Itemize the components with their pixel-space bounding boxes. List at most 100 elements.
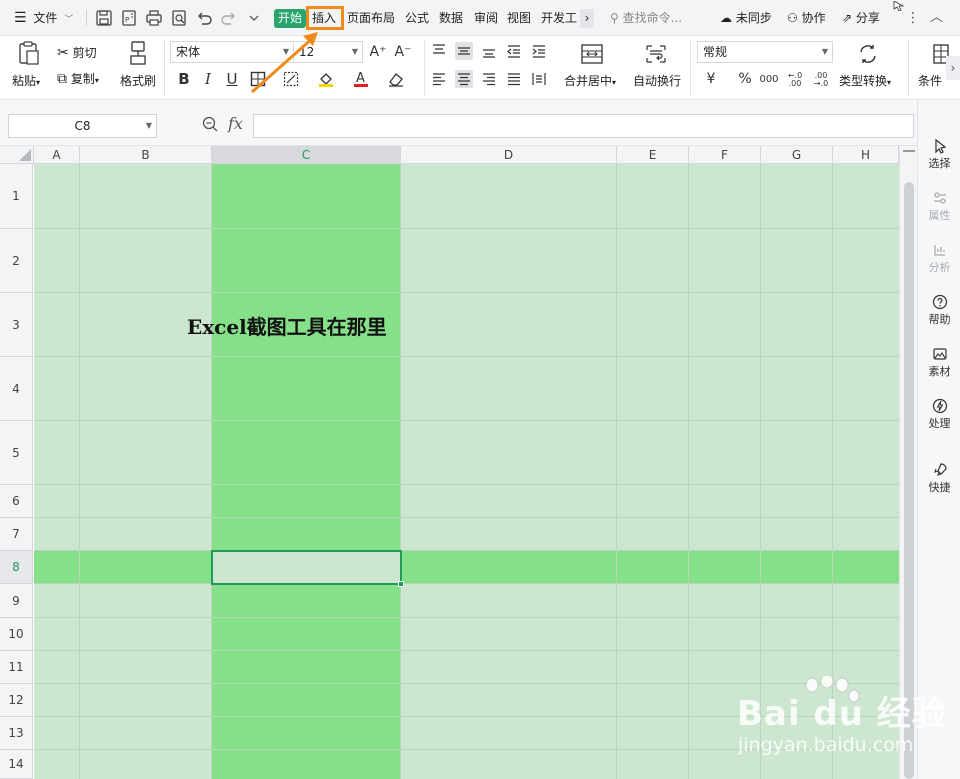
align-right-icon[interactable] bbox=[480, 70, 498, 88]
copy-button[interactable]: ⧉ 复制▾ bbox=[57, 70, 99, 87]
column-header-e[interactable]: E bbox=[617, 146, 689, 164]
column-header-f[interactable]: F bbox=[689, 146, 761, 164]
tab-home[interactable]: 开始 bbox=[274, 9, 307, 28]
print-icon[interactable] bbox=[144, 8, 164, 28]
row-header-6[interactable]: 6 bbox=[0, 485, 33, 518]
type-convert-button[interactable]: 类型转换▾ bbox=[839, 72, 891, 89]
increase-indent-icon[interactable] bbox=[530, 42, 548, 60]
panel-shortcut-button[interactable]: 快捷 bbox=[918, 462, 960, 495]
zoom-icon[interactable] bbox=[201, 115, 221, 135]
tab-developer[interactable]: 开发工 bbox=[541, 9, 577, 28]
font-size-select[interactable]: 12 ▼ bbox=[293, 41, 363, 63]
borders-icon[interactable] bbox=[249, 70, 267, 88]
tab-page-layout[interactable]: 页面布局 bbox=[347, 9, 395, 28]
type-convert-icon[interactable] bbox=[856, 42, 880, 66]
currency-button[interactable]: ¥ bbox=[702, 70, 720, 88]
grow-font-button[interactable]: A⁺ bbox=[369, 43, 387, 61]
align-center-icon[interactable] bbox=[455, 70, 473, 88]
panel-properties-button[interactable]: 属性 bbox=[918, 190, 960, 223]
row-header-9[interactable]: 9 bbox=[0, 584, 33, 618]
select-all-corner[interactable] bbox=[0, 146, 34, 164]
print-preview-icon[interactable] bbox=[169, 8, 189, 28]
row-header-13[interactable]: 13 bbox=[0, 717, 33, 750]
export-pdf-icon[interactable]: P bbox=[119, 8, 139, 28]
align-left-icon[interactable] bbox=[430, 70, 448, 88]
share-button[interactable]: ⇗ 分享 bbox=[842, 8, 880, 28]
row-header-11[interactable]: 11 bbox=[0, 651, 33, 684]
row-header-8[interactable]: 8 bbox=[0, 551, 33, 584]
panel-assets-button[interactable]: 素材 bbox=[918, 346, 960, 379]
align-middle-icon[interactable] bbox=[455, 42, 473, 60]
formula-input[interactable] bbox=[253, 114, 914, 138]
tab-review[interactable]: 审阅 bbox=[474, 9, 498, 28]
collapse-ribbon-icon[interactable]: ︿ bbox=[930, 8, 943, 28]
redo-icon[interactable] bbox=[219, 8, 239, 28]
wrap-text-icon[interactable] bbox=[643, 42, 669, 66]
more-tabs-button[interactable]: › bbox=[580, 9, 594, 28]
thousands-separator-button[interactable]: 000 bbox=[759, 70, 778, 88]
justify-icon[interactable] bbox=[505, 70, 523, 88]
tab-formulas[interactable]: 公式 bbox=[405, 9, 429, 28]
panel-select-button[interactable]: 选择 bbox=[918, 138, 960, 171]
more-options-icon[interactable]: ⋮ bbox=[906, 8, 920, 28]
column-header-c[interactable]: C bbox=[212, 146, 401, 164]
insert-function-button[interactable]: fx bbox=[228, 114, 243, 133]
row-header-2[interactable]: 2 bbox=[0, 229, 33, 293]
format-painter-icon[interactable] bbox=[126, 40, 150, 66]
sync-status-button[interactable]: ☁ 未同步 bbox=[720, 8, 772, 28]
cell-fill-pattern-icon[interactable] bbox=[282, 70, 300, 88]
percent-button[interactable]: % bbox=[736, 70, 754, 88]
underline-button[interactable]: U bbox=[223, 70, 241, 88]
row-header-5[interactable]: 5 bbox=[0, 421, 33, 485]
tab-data[interactable]: 数据 bbox=[439, 9, 463, 28]
collaborate-button[interactable]: ⚇ 协作 bbox=[787, 8, 826, 28]
column-header-g[interactable]: G bbox=[761, 146, 833, 164]
increase-decimal-button[interactable]: ←.0 .00 bbox=[786, 69, 804, 91]
command-search[interactable]: ⚲ 查找命令... bbox=[610, 8, 682, 28]
number-format-select[interactable]: 常规 ▼ bbox=[697, 41, 833, 63]
wrap-text-button[interactable]: 自动换行 bbox=[633, 72, 681, 89]
fill-color-icon[interactable] bbox=[317, 70, 335, 88]
row-header-10[interactable]: 10 bbox=[0, 618, 33, 651]
decrease-decimal-button[interactable]: .00 →.0 bbox=[812, 69, 830, 91]
row-header-3[interactable]: 3 bbox=[0, 293, 33, 357]
file-menu-button[interactable]: ☰ 文件 ﹀ bbox=[14, 8, 73, 28]
quick-access-dropdown-icon[interactable] bbox=[244, 8, 264, 28]
align-bottom-icon[interactable] bbox=[480, 42, 498, 60]
font-name-select[interactable]: 宋体 ▼ bbox=[170, 41, 294, 63]
fill-handle[interactable] bbox=[398, 581, 404, 587]
panel-help-button[interactable]: 帮助 bbox=[918, 294, 960, 327]
cell-text-b3[interactable]: Excel截图工具在那里 bbox=[187, 311, 387, 340]
align-top-icon[interactable] bbox=[430, 42, 448, 60]
column-header-d[interactable]: D bbox=[401, 146, 617, 164]
selected-cell-c8[interactable] bbox=[211, 550, 404, 587]
decrease-indent-icon[interactable] bbox=[505, 42, 523, 60]
merge-center-button[interactable]: 合并居中▾ bbox=[564, 72, 616, 89]
split-handle-icon[interactable] bbox=[903, 150, 915, 152]
conditional-format-button[interactable]: 条件 bbox=[918, 72, 942, 89]
format-painter-button[interactable]: 格式刷 bbox=[120, 72, 156, 89]
panel-analysis-button[interactable]: 分析 bbox=[918, 242, 960, 275]
row-header-14[interactable]: 14 bbox=[0, 750, 33, 779]
column-header-b[interactable]: B bbox=[80, 146, 212, 164]
cut-button[interactable]: ✂ 剪切 bbox=[57, 44, 97, 61]
paste-button[interactable]: 粘贴▾ bbox=[12, 72, 40, 89]
row-header-1[interactable]: 1 bbox=[0, 164, 33, 229]
column-header-a[interactable]: A bbox=[34, 146, 80, 164]
tab-view[interactable]: 视图 bbox=[507, 9, 531, 28]
shrink-font-button[interactable]: A⁻ bbox=[394, 43, 412, 61]
undo-icon[interactable] bbox=[194, 8, 214, 28]
panel-process-button[interactable]: 处理 bbox=[918, 398, 960, 431]
save-icon[interactable] bbox=[94, 8, 114, 28]
italic-button[interactable]: I bbox=[199, 70, 217, 88]
row-header-7[interactable]: 7 bbox=[0, 518, 33, 551]
ribbon-scroll-right-button[interactable]: › bbox=[946, 56, 960, 80]
merge-center-icon[interactable] bbox=[579, 42, 605, 66]
row-header-12[interactable]: 12 bbox=[0, 684, 33, 717]
clear-format-icon[interactable] bbox=[387, 70, 405, 88]
bold-button[interactable]: B bbox=[175, 70, 193, 88]
name-box[interactable]: C8 ▼ bbox=[8, 114, 157, 138]
row-header-4[interactable]: 4 bbox=[0, 357, 33, 421]
paste-icon[interactable] bbox=[16, 40, 42, 66]
column-header-h[interactable]: H bbox=[833, 146, 899, 164]
